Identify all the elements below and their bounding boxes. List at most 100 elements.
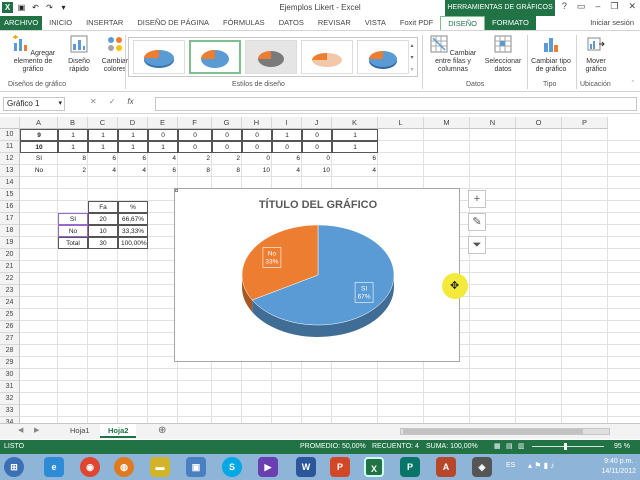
insert-function-icon[interactable]: fx [127, 97, 133, 106]
misc-app-icon[interactable]: ◈ [472, 457, 492, 477]
taskbar-clock[interactable]: 9:40 p.m. 14/11/2012 [601, 457, 636, 477]
tab-vista[interactable]: VISTA [358, 16, 393, 30]
row-header-10[interactable]: 10 [0, 129, 20, 141]
gallery-scroll-icon[interactable]: ▴ ▾ ▿ [408, 40, 416, 76]
tab-datos[interactable]: DATOS [272, 16, 311, 30]
cell-e11[interactable]: 1 [148, 141, 178, 153]
new-sheet-icon[interactable]: ⊕ [158, 425, 166, 436]
cell-d11[interactable]: 1 [118, 141, 148, 153]
media-icon[interactable]: ▶ [258, 457, 278, 477]
cell-j13[interactable]: 10 [302, 165, 332, 177]
chart-style-4[interactable] [301, 40, 353, 74]
row-header-20[interactable]: 20 [0, 249, 20, 261]
cell-h13[interactable]: 10 [242, 165, 272, 177]
cell-b10[interactable]: 1 [58, 129, 88, 141]
formula-input[interactable] [155, 97, 637, 111]
cell-f10[interactable]: 0 [178, 129, 212, 141]
close-icon[interactable]: ✕ [628, 1, 636, 12]
cell-a13[interactable]: No [20, 165, 58, 177]
cell-c19[interactable]: 30 [88, 237, 118, 249]
cell-c13[interactable]: 4 [88, 165, 118, 177]
cell-c12[interactable]: 6 [88, 153, 118, 165]
tray-icons[interactable]: ▴ ⚑ ▮ ♪ [528, 461, 554, 470]
cell-g11[interactable]: 0 [212, 141, 242, 153]
signin-link[interactable]: Iniciar sesión [590, 16, 640, 30]
ribbon-display-icon[interactable]: ▭ [577, 1, 586, 12]
tab-archivo[interactable]: ARCHIVO [0, 16, 43, 30]
page-break-icon[interactable]: ▥ [518, 440, 525, 454]
row-header-16[interactable]: 16 [0, 201, 20, 213]
cell-d10[interactable]: 1 [118, 129, 148, 141]
horizontal-scrollbar[interactable] [400, 428, 610, 435]
collapse-ribbon-icon[interactable]: ˆ [632, 81, 634, 88]
sheet-tab-hoja2[interactable]: Hoja2 [100, 424, 137, 438]
quick-layout-button[interactable]: Diseño rápido [64, 35, 94, 74]
move-chart-button[interactable]: Mover gráfico [579, 35, 613, 74]
row-header-33[interactable]: 33 [0, 405, 20, 417]
column-header-b[interactable]: B [58, 117, 88, 129]
row-header-22[interactable]: 22 [0, 273, 20, 285]
chart-object[interactable]: TÍTULO DEL GRÁFICO SI 67% No 33% [174, 188, 460, 362]
switch-row-column-button[interactable]: Cambiar entre filas y columnas [425, 35, 481, 74]
excel-taskbar-icon[interactable]: X [364, 457, 384, 477]
row-header-15[interactable]: 15 [0, 189, 20, 201]
select-all-corner[interactable] [0, 117, 20, 129]
chart-filters-button[interactable]: ⏷ [468, 236, 486, 254]
cell-g10[interactable]: 0 [212, 129, 242, 141]
start-button-icon[interactable]: ⊞ [4, 457, 24, 477]
chrome-icon[interactable]: ◉ [80, 457, 100, 477]
cell-k11[interactable]: 1 [332, 141, 378, 153]
tab-formulas[interactable]: FÓRMULAS [216, 16, 272, 30]
chart-style-2[interactable] [189, 40, 241, 74]
cell-d18[interactable]: 33,33% [118, 225, 148, 237]
ie-icon[interactable]: e [44, 457, 64, 477]
cell-d17[interactable]: 66,67% [118, 213, 148, 225]
chart-style-5[interactable] [357, 40, 409, 74]
column-header-a[interactable]: A [20, 117, 58, 129]
row-header-28[interactable]: 28 [0, 345, 20, 357]
access-icon[interactable]: A [436, 457, 456, 477]
normal-view-icon[interactable]: ▦ [494, 440, 501, 454]
column-header-k[interactable]: K [332, 117, 378, 129]
cell-b18[interactable]: No [58, 225, 88, 237]
cell-i13[interactable]: 4 [272, 165, 302, 177]
row-header-23[interactable]: 23 [0, 285, 20, 297]
help-icon[interactable]: ? [562, 1, 567, 12]
cell-g13[interactable]: 8 [212, 165, 242, 177]
cell-b19[interactable]: Total [58, 237, 88, 249]
cell-f11[interactable]: 0 [178, 141, 212, 153]
cell-h11[interactable]: 0 [242, 141, 272, 153]
cancel-icon[interactable]: ✕ [90, 97, 97, 106]
chart-styles-button[interactable]: ✎ [468, 213, 486, 231]
chart-style-3[interactable] [245, 40, 297, 74]
cell-c18[interactable]: 10 [88, 225, 118, 237]
cell-j10[interactable]: 0 [302, 129, 332, 141]
publisher-icon[interactable]: P [400, 457, 420, 477]
data-label-no[interactable]: No33% [262, 247, 282, 268]
column-header-o[interactable]: O [516, 117, 562, 129]
cell-c16[interactable]: Fa [88, 201, 118, 213]
scrollbar-thumb[interactable] [403, 429, 583, 434]
name-box-dropdown-icon[interactable]: ▾ [58, 98, 62, 110]
next-sheet-icon[interactable]: ▶ [34, 426, 39, 434]
cell-c11[interactable]: 1 [88, 141, 118, 153]
app-icon[interactable]: ▣ [186, 457, 206, 477]
cell-b11[interactable]: 1 [58, 141, 88, 153]
column-header-l[interactable]: L [378, 117, 424, 129]
row-header-32[interactable]: 32 [0, 393, 20, 405]
column-header-e[interactable]: E [148, 117, 178, 129]
row-header-19[interactable]: 19 [0, 237, 20, 249]
prev-sheet-icon[interactable]: ◀ [18, 426, 23, 434]
row-header-26[interactable]: 26 [0, 321, 20, 333]
cell-h12[interactable]: 0 [242, 153, 272, 165]
cell-a10[interactable]: 9 [20, 129, 58, 141]
cell-h10[interactable]: 0 [242, 129, 272, 141]
row-header-25[interactable]: 25 [0, 309, 20, 321]
cell-a11[interactable]: 10 [20, 141, 58, 153]
column-header-c[interactable]: C [88, 117, 118, 129]
column-header-i[interactable]: I [272, 117, 302, 129]
minimize-icon[interactable]: – [595, 1, 600, 12]
column-header-g[interactable]: G [212, 117, 242, 129]
row-header-18[interactable]: 18 [0, 225, 20, 237]
name-box[interactable]: Gráfico 1 ▾ [3, 97, 65, 111]
